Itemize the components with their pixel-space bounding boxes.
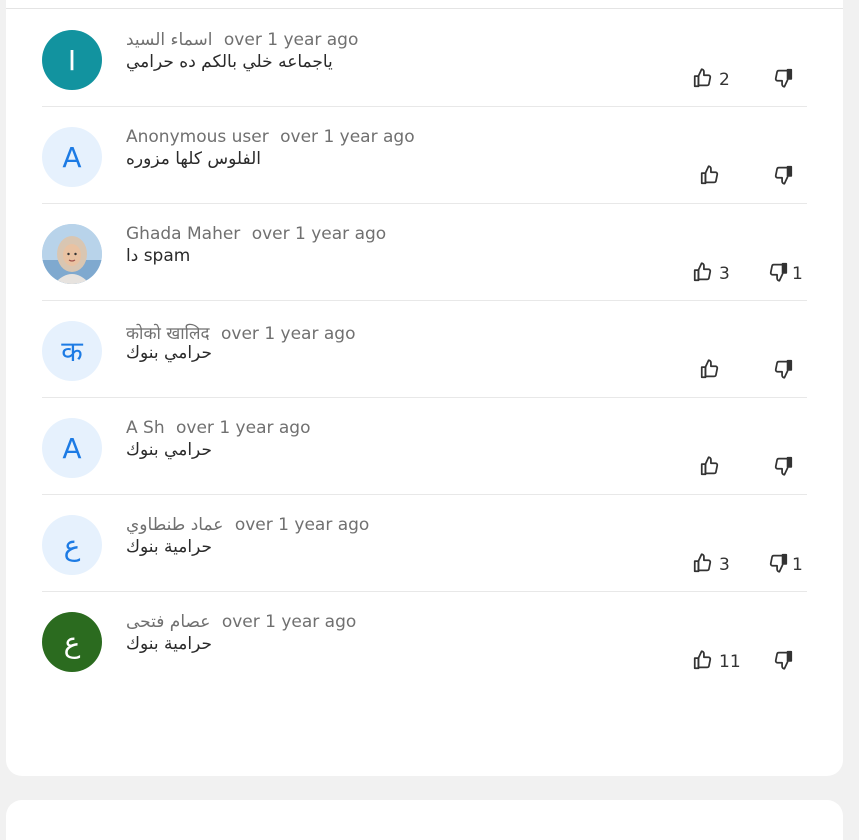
vote-controls: 3 1: [677, 553, 807, 577]
thumbs-up-icon: [692, 552, 714, 578]
comment-item: ع عماد طنطاوي over 1 year ago حرامية بنو…: [42, 495, 807, 592]
comment-time: over 1 year ago: [221, 612, 357, 632]
comments-card: I اسماء السيد over 1 year ago ياجماعه خل…: [6, 0, 843, 776]
comment-time: over 1 year ago: [176, 418, 311, 438]
dislike-button[interactable]: 1: [767, 262, 803, 286]
comment-meta: Ghada Maher over 1 year ago: [126, 224, 386, 244]
thumbs-up-icon: [692, 261, 714, 287]
thumbs-down-icon: [772, 164, 794, 190]
author-name[interactable]: Ghada Maher: [126, 224, 240, 244]
comment-text: ياجماعه خلي بالكم ده حرامي: [126, 52, 333, 72]
comment-item: Ghada Maher over 1 year ago دا spam 3 1: [42, 204, 807, 301]
like-button[interactable]: [699, 165, 726, 189]
dislike-button[interactable]: 1: [767, 553, 803, 577]
thumbs-up-icon: [692, 67, 714, 93]
comment-item: A Anonymous user over 1 year ago الفلوس …: [42, 107, 807, 204]
avatar[interactable]: I: [42, 30, 102, 90]
avatar[interactable]: A: [42, 418, 102, 478]
avatar[interactable]: क: [42, 321, 102, 381]
vote-controls: [677, 359, 807, 383]
vote-controls: [677, 456, 807, 480]
like-button[interactable]: [699, 359, 726, 383]
comment-item: ع عصام فتحى over 1 year ago حرامية بنوك …: [42, 592, 807, 688]
comment-meta: عصام فتحى over 1 year ago: [126, 612, 356, 632]
thumbs-up-icon: [699, 358, 721, 384]
thumbs-down-icon: [772, 455, 794, 481]
like-button[interactable]: 11: [692, 650, 741, 674]
comment-meta: A Sh over 1 year ago: [126, 418, 311, 438]
like-count: 11: [719, 652, 741, 672]
comment-time: over 1 year ago: [234, 515, 370, 535]
vote-controls: 2: [677, 68, 807, 92]
thumbs-up-icon: [699, 455, 721, 481]
dislike-count: 1: [792, 264, 803, 284]
avatar[interactable]: ع: [42, 612, 102, 672]
like-button[interactable]: 3: [692, 262, 730, 286]
like-count: 3: [719, 264, 730, 284]
thumbs-up-icon: [699, 164, 721, 190]
avatar-letter: ع: [63, 528, 81, 562]
comment-time: over 1 year ago: [221, 324, 356, 344]
comment-item: क कोको खालिद over 1 year ago حرامي بنوك: [42, 301, 807, 398]
dislike-button[interactable]: [772, 165, 797, 189]
avatar-letter: क: [61, 335, 83, 368]
dislike-button[interactable]: [772, 68, 797, 92]
comment-text: دا spam: [126, 246, 191, 266]
author-name[interactable]: عماد طنطاوي: [126, 515, 223, 535]
avatar[interactable]: A: [42, 127, 102, 187]
thumbs-down-icon: [772, 358, 794, 384]
like-count: 3: [719, 555, 730, 575]
like-button[interactable]: [699, 456, 726, 480]
card-top-divider: [6, 8, 843, 9]
vote-controls: 3 1: [677, 262, 807, 286]
vote-controls: [677, 165, 807, 189]
like-button[interactable]: 3: [692, 553, 730, 577]
comment-text: حرامية بنوك: [126, 634, 213, 654]
comment-meta: اسماء السيد over 1 year ago: [126, 30, 358, 50]
comment-time: over 1 year ago: [280, 127, 415, 147]
vote-controls: 11: [677, 650, 807, 674]
comment-meta: Anonymous user over 1 year ago: [126, 127, 415, 147]
comment-text: حرامية بنوك: [126, 537, 213, 557]
thumbs-down-icon: [767, 261, 789, 287]
avatar-letter: A: [62, 140, 82, 174]
avatar[interactable]: ع: [42, 515, 102, 575]
dislike-count: 1: [792, 555, 803, 575]
dislike-button[interactable]: [772, 359, 797, 383]
dislike-button[interactable]: [772, 650, 797, 674]
author-name[interactable]: Anonymous user: [126, 127, 269, 147]
avatar-letter: I: [67, 43, 77, 77]
avatar[interactable]: [42, 224, 102, 284]
thumbs-down-icon: [772, 67, 794, 93]
comment-time: over 1 year ago: [223, 30, 359, 50]
author-name[interactable]: اسماء السيد: [126, 30, 213, 50]
comment-time: over 1 year ago: [251, 224, 387, 244]
comment-meta: कोको खालिद over 1 year ago: [126, 321, 355, 344]
like-count: 2: [719, 70, 730, 90]
avatar-letter: A: [62, 431, 82, 465]
like-button[interactable]: 2: [692, 68, 730, 92]
author-name[interactable]: عصام فتحى: [126, 612, 210, 632]
author-name[interactable]: कोको खालिद: [126, 324, 210, 344]
thumbs-up-icon: [692, 649, 714, 675]
comment-item: A A Sh over 1 year ago حرامي بنوك: [42, 398, 807, 495]
next-card: [6, 800, 843, 840]
comment-text: حرامي بنوك: [126, 343, 212, 363]
comment-meta: عماد طنطاوي over 1 year ago: [126, 515, 369, 535]
author-name[interactable]: A Sh: [126, 418, 165, 438]
comment-item: I اسماء السيد over 1 year ago ياجماعه خل…: [42, 10, 807, 107]
thumbs-down-icon: [767, 552, 789, 578]
dislike-button[interactable]: [772, 456, 797, 480]
avatar-letter: ع: [63, 625, 81, 659]
thumbs-down-icon: [772, 649, 794, 675]
comment-text: حرامي بنوك: [126, 440, 212, 460]
comment-text: الفلوس كلها مزوره: [126, 149, 262, 169]
